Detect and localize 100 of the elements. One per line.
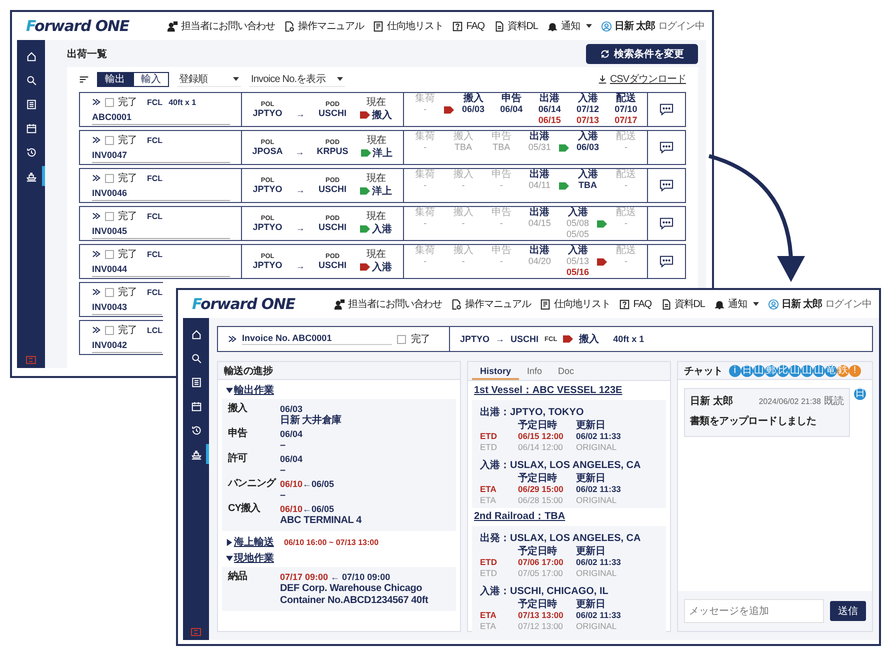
nav-link[interactable]: 担当者にお問い合わせ [334,297,442,311]
chat-icon [659,103,674,116]
updated-time: 06/02 11:33 [576,431,622,442]
member-avatar[interactable]: 山 [788,364,801,376]
done-checkbox[interactable] [105,288,114,296]
done-checkbox[interactable] [105,326,114,334]
done-checkbox[interactable] [105,136,114,144]
stage-date: 07/10 [614,104,638,115]
invoice-field[interactable]: ABC0001 [92,111,230,125]
planned-time: 07/12 13:00 [518,621,564,632]
stage-label: 搬入 [453,245,474,256]
pod-code: USCHI [318,260,347,270]
schedule-code: ETA [480,495,497,506]
container-mode: FCL [147,288,163,296]
nav-link[interactable]: 仕向地リスト [540,297,610,311]
exit-icon[interactable] [191,628,201,636]
display-select[interactable]: Invoice No.を表示 [249,71,345,87]
invoice-field[interactable]: INV0042 [92,339,162,353]
nav-link[interactable]: 操作マニュアル [284,19,364,33]
stage-date: 06/14 [538,104,561,115]
done-checkbox[interactable] [105,174,114,182]
stage-date: - [462,218,465,229]
double-chevron-icon [92,288,101,296]
done-checkbox[interactable] [397,334,406,344]
section-toggle[interactable]: 輸出作業 [222,383,278,397]
nav-link[interactable]: FAQ [619,298,652,310]
chat-icon [659,255,674,268]
stage-label: 配送 [616,131,636,142]
exit-icon[interactable] [26,356,36,364]
event-date: 06/04 [280,428,303,440]
stage-date: - [424,180,427,191]
section-toggle[interactable]: 海上輸送 [222,535,278,549]
stage-label: 出港 [540,93,560,104]
nav-link[interactable]: 仕向地リスト [372,19,444,33]
nav-link[interactable]: 通知 [546,19,592,33]
invoice-field[interactable]: INV0043 [92,301,162,315]
nav-link[interactable]: 資料DL [660,297,705,311]
event-label: 納品 [228,571,248,584]
member-avatar[interactable]: 竜 [824,364,837,376]
done-checkbox[interactable] [105,98,114,106]
invoice-field[interactable]: INV0044 [92,263,230,277]
stage-date: 07/13 [576,115,600,126]
container-mode: FCL [147,136,163,144]
stage-date: 05/16 [566,267,590,278]
user-name[interactable]: 日新 太郎 [614,19,655,33]
column-header: 更新日 [576,420,606,431]
logo[interactable]: Forward ONE [26,17,130,35]
nav-link[interactable]: 担当者にお問い合わせ [167,19,276,33]
stage-date: 07/17 [614,115,638,126]
done-checkbox[interactable] [105,212,114,220]
invoice-field[interactable]: INV0047 [92,149,230,163]
sort-select[interactable]: 登録順 [177,71,241,87]
sort-icon[interactable] [79,74,89,84]
history-icon [26,146,36,158]
tab[interactable]: Info [519,362,550,380]
logo[interactable]: Forward ONE [192,295,296,313]
stop-title: 出発：USLAX, LOS ANGELES, CA [480,533,641,544]
change-search-button[interactable]: 検索条件を変更 [586,44,698,64]
tab[interactable]: Doc [550,362,582,380]
list-icon [190,376,202,388]
stage-label: 出港 [530,207,550,218]
column-header: 予定日時 [518,420,558,431]
nav-link[interactable]: 通知 [714,297,759,311]
stage-label: 集荷 [415,169,436,180]
updated-time: 06/02 11:33 [576,557,622,568]
pol-code: JPTYO [252,260,282,270]
done-checkbox[interactable] [105,250,114,258]
direction-tab[interactable]: 輸出 [97,72,133,86]
section-toggle[interactable]: 現地作業 [222,551,278,565]
container-mode: FCL [147,250,163,258]
member-avatar[interactable]: 山 [752,364,765,376]
shipment-row[interactable]: 完了 LCL INV0042 [79,320,163,355]
message-input[interactable]: メッセージを追加 [684,599,824,623]
stage-date: 05/05 [566,229,590,240]
nav-link[interactable]: 資料DL [494,19,538,33]
read-status: 既読 [824,394,844,408]
login-status: ログイン中 [824,298,871,311]
member-avatar[interactable]: i [728,364,741,376]
stage-date: TBA [578,180,598,191]
member-avatar[interactable]: 日 [740,364,753,376]
invoice-field[interactable]: INV0045 [92,225,230,239]
send-button[interactable]: 送信 [830,601,866,621]
pod-code: USCHI [318,222,347,232]
nav-link[interactable]: FAQ [452,20,484,32]
invoice-field[interactable]: INV0046 [92,187,230,201]
user-name[interactable]: 日新 太郎 [782,297,822,311]
direction-tab[interactable]: 輸入 [133,72,169,86]
member-avatar[interactable]: 比 [776,364,789,376]
shipment-row[interactable]: 完了 FCL INV0043 [79,282,163,317]
member-avatar[interactable]: 山 [812,364,825,376]
event-date: 06/03 [280,403,304,414]
invoice-field[interactable]: Invoice No. ABC0001 [242,333,392,345]
member-avatar[interactable]: 山 [800,364,813,376]
member-avatar[interactable]: 郵 [764,364,777,376]
nav-link[interactable]: 操作マニュアル [451,297,531,311]
tab[interactable]: History [472,362,520,380]
done-label: 完了 [118,248,137,261]
csv-download-link[interactable]: CSVダウンロード [596,72,686,86]
status-label: 現在 [366,249,386,260]
stage-label: 入港 [578,131,598,142]
